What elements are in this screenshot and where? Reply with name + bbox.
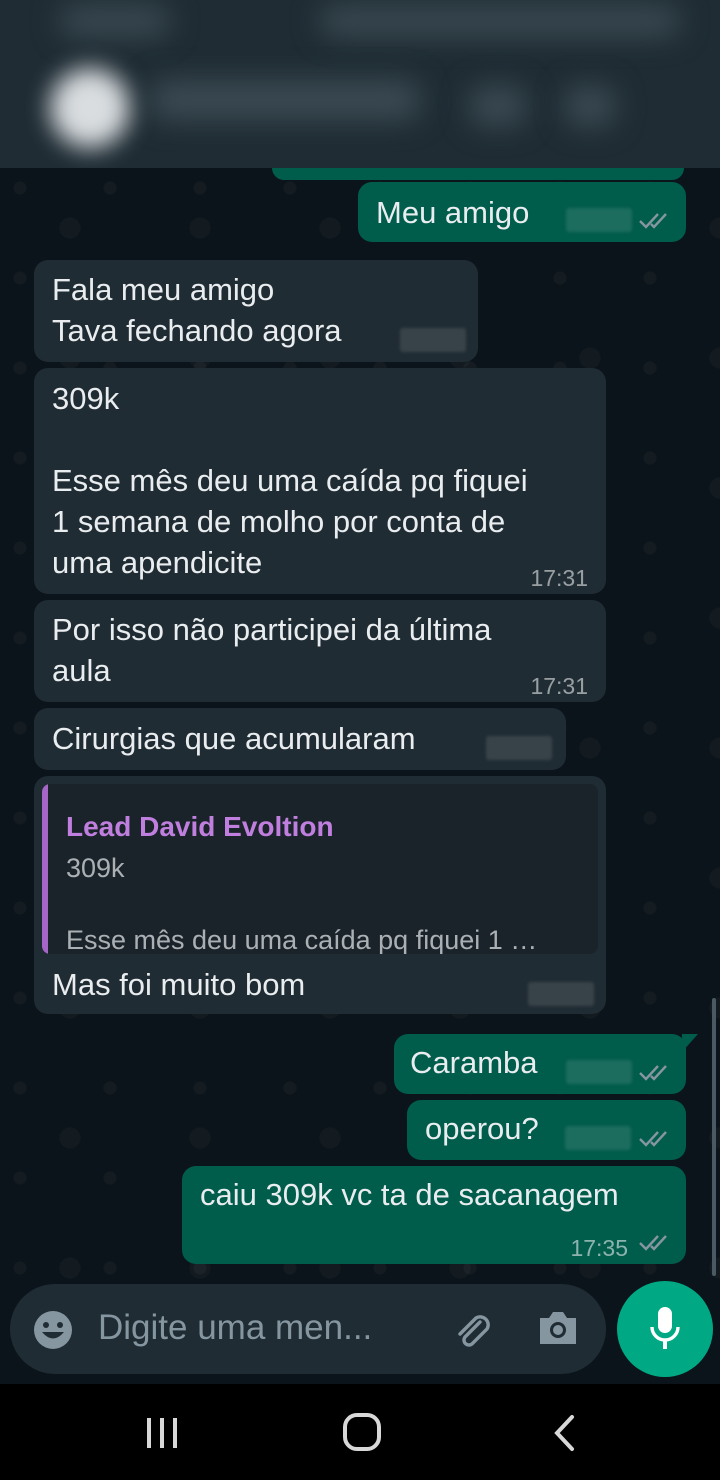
chat-header [0,0,720,168]
message-incoming[interactable]: 309k Esse mês deu uma caída pq fiquei 1 … [34,368,606,594]
paperclip-icon[interactable] [450,1308,494,1352]
message-outgoing[interactable]: Meu amigo [358,182,686,242]
video-call-icon[interactable] [470,86,526,126]
back-icon[interactable] [552,1414,576,1452]
message-text: Cirurgias que acumularam [52,721,416,756]
message-incoming[interactable]: Fala meu amigo Tava fechando agora [34,260,478,362]
message-text: Meu amigo [376,195,530,230]
message-text: 309k Esse mês deu uma caída pq fiquei 1 … [52,381,528,580]
message-incoming-reply[interactable]: Lead David Evoltion 309k Esse mês deu um… [34,776,606,1014]
message-incoming[interactable]: Cirurgias que acumularam [34,708,566,770]
message-outgoing[interactable]: Caramba [394,1034,698,1094]
contact-name-blur[interactable] [150,80,420,120]
quoted-author: Lead David Evoltion [66,811,334,842]
message-text: Mas foi muito bom [52,967,306,1002]
message-outgoing[interactable]: caiu 309k vc ta de sacanagem 17:35 [182,1166,686,1264]
camera-icon[interactable] [536,1308,580,1348]
quoted-text-line: Esse mês deu uma caída pq fiquei 1 … [66,925,538,954]
microphone-icon [650,1307,680,1349]
message-time: 17:31 [530,565,588,591]
bubble-tail [682,1034,698,1052]
message-time-hidden [486,736,552,760]
read-ticks-icon [639,1065,667,1081]
message-text: Por isso não participei da última aula [52,612,492,688]
message-incoming[interactable]: Por isso não participei da última aula 1… [34,600,606,702]
message-input-bar[interactable]: Digite uma men... [10,1284,606,1374]
message-text: Caramba [410,1045,538,1080]
message-text: operou? [425,1111,539,1146]
voice-call-icon[interactable] [565,86,615,126]
emoji-icon[interactable] [32,1309,74,1351]
record-voice-button[interactable] [617,1281,713,1377]
quote-accent-bar [42,784,48,954]
message-input[interactable]: Digite uma men... [98,1308,372,1348]
quoted-message[interactable]: Lead David Evoltion 309k Esse mês deu um… [42,784,598,954]
message-text: caiu 309k vc ta de sacanagem [200,1177,619,1212]
contact-avatar[interactable] [50,68,130,148]
message-time-hidden [400,328,466,352]
system-navigation-bar [0,1384,720,1480]
status-bar-blur [60,6,170,36]
message-time: 17:31 [530,673,588,699]
message-time-hidden [566,208,632,232]
message-outgoing[interactable]: operou? [407,1100,686,1160]
message-time-hidden [566,1060,632,1084]
message-time: 17:35 [570,1235,628,1261]
message-time-hidden [565,1126,631,1150]
read-ticks-icon [639,213,667,229]
chat-area[interactable]: Meu amigo Fala meu amigo Tava fechando a… [0,168,720,1280]
previous-message-edge [272,168,684,180]
read-ticks-icon [639,1235,667,1251]
recents-icon[interactable] [144,1416,180,1450]
message-text: Fala meu amigo Tava fechando agora [52,272,342,348]
chat-scrollbar[interactable] [712,998,716,1276]
status-bar-blur-right [320,6,680,36]
home-icon[interactable] [342,1412,382,1452]
message-time-hidden [528,982,594,1006]
read-ticks-icon [639,1131,667,1147]
quoted-text-line: 309k [66,853,125,883]
